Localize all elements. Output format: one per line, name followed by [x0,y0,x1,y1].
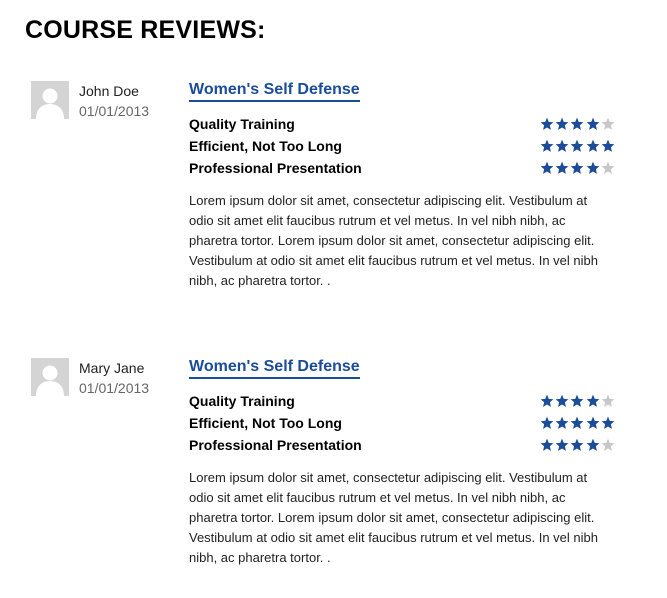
star-filled-icon [586,139,600,153]
criterion-label: Professional Presentation [189,437,362,453]
star-filled-icon [540,117,554,131]
star-filled-icon [555,416,569,430]
star-filled-icon [570,161,584,175]
star-filled-icon [586,394,600,408]
star-filled-icon [586,416,600,430]
review-item: John Doe 01/01/2013 Women's Self Defense… [0,81,667,321]
star-filled-icon [555,139,569,153]
criterion-row: Professional Presentation [189,436,619,458]
star-filled-icon [586,438,600,452]
avatar[interactable] [31,358,69,396]
star-empty-icon [601,117,615,131]
review-date: 01/01/2013 [79,380,150,396]
criterion-row: Quality Training [189,115,619,137]
star-filled-icon [540,139,554,153]
criterion-label: Quality Training [189,393,295,409]
star-empty-icon [601,438,615,452]
course-link[interactable]: Women's Self Defense [189,81,360,102]
criterion-label: Efficient, Not Too Long [189,138,342,154]
star-rating [540,139,616,153]
criterion-label: Professional Presentation [189,160,362,176]
course-link[interactable]: Women's Self Defense [189,358,360,379]
star-filled-icon [570,139,584,153]
star-filled-icon [555,438,569,452]
star-empty-icon [601,394,615,408]
criterion-label: Quality Training [189,116,295,132]
criterion-row: Efficient, Not Too Long [189,137,619,159]
review-text: Lorem ipsum dolor sit amet, consectetur … [189,193,598,288]
star-rating [540,394,616,408]
star-filled-icon [570,394,584,408]
criterion-row: Efficient, Not Too Long [189,414,619,436]
rating-criteria: Quality Training Efficient, Not Too Long… [189,392,619,458]
star-empty-icon [601,161,615,175]
star-filled-icon [540,394,554,408]
star-filled-icon [586,117,600,131]
review-date: 01/01/2013 [79,103,150,119]
avatar[interactable] [31,81,69,119]
star-filled-icon [540,161,554,175]
criterion-row: Professional Presentation [189,159,619,181]
star-filled-icon [540,416,554,430]
star-filled-icon [555,394,569,408]
star-filled-icon [570,416,584,430]
star-filled-icon [586,161,600,175]
criterion-label: Efficient, Not Too Long [189,415,342,431]
review-item: Mary Jane 01/01/2013 Women's Self Defens… [0,358,667,598]
user-silhouette-icon [31,81,69,119]
criterion-row: Quality Training [189,392,619,414]
star-filled-icon [601,139,615,153]
star-filled-icon [555,161,569,175]
star-rating [540,438,616,452]
star-filled-icon [555,117,569,131]
reviewer-name[interactable]: John Doe [79,83,139,99]
review-text: Lorem ipsum dolor sit amet, consectetur … [189,470,598,565]
user-silhouette-icon [31,358,69,396]
star-rating [540,117,616,131]
star-filled-icon [570,438,584,452]
star-rating [540,161,616,175]
star-filled-icon [540,438,554,452]
page-title: COURSE REVIEWS: [25,16,266,44]
star-rating [540,416,616,430]
star-filled-icon [601,416,615,430]
reviewer-name[interactable]: Mary Jane [79,360,144,376]
star-filled-icon [570,117,584,131]
rating-criteria: Quality Training Efficient, Not Too Long… [189,115,619,181]
